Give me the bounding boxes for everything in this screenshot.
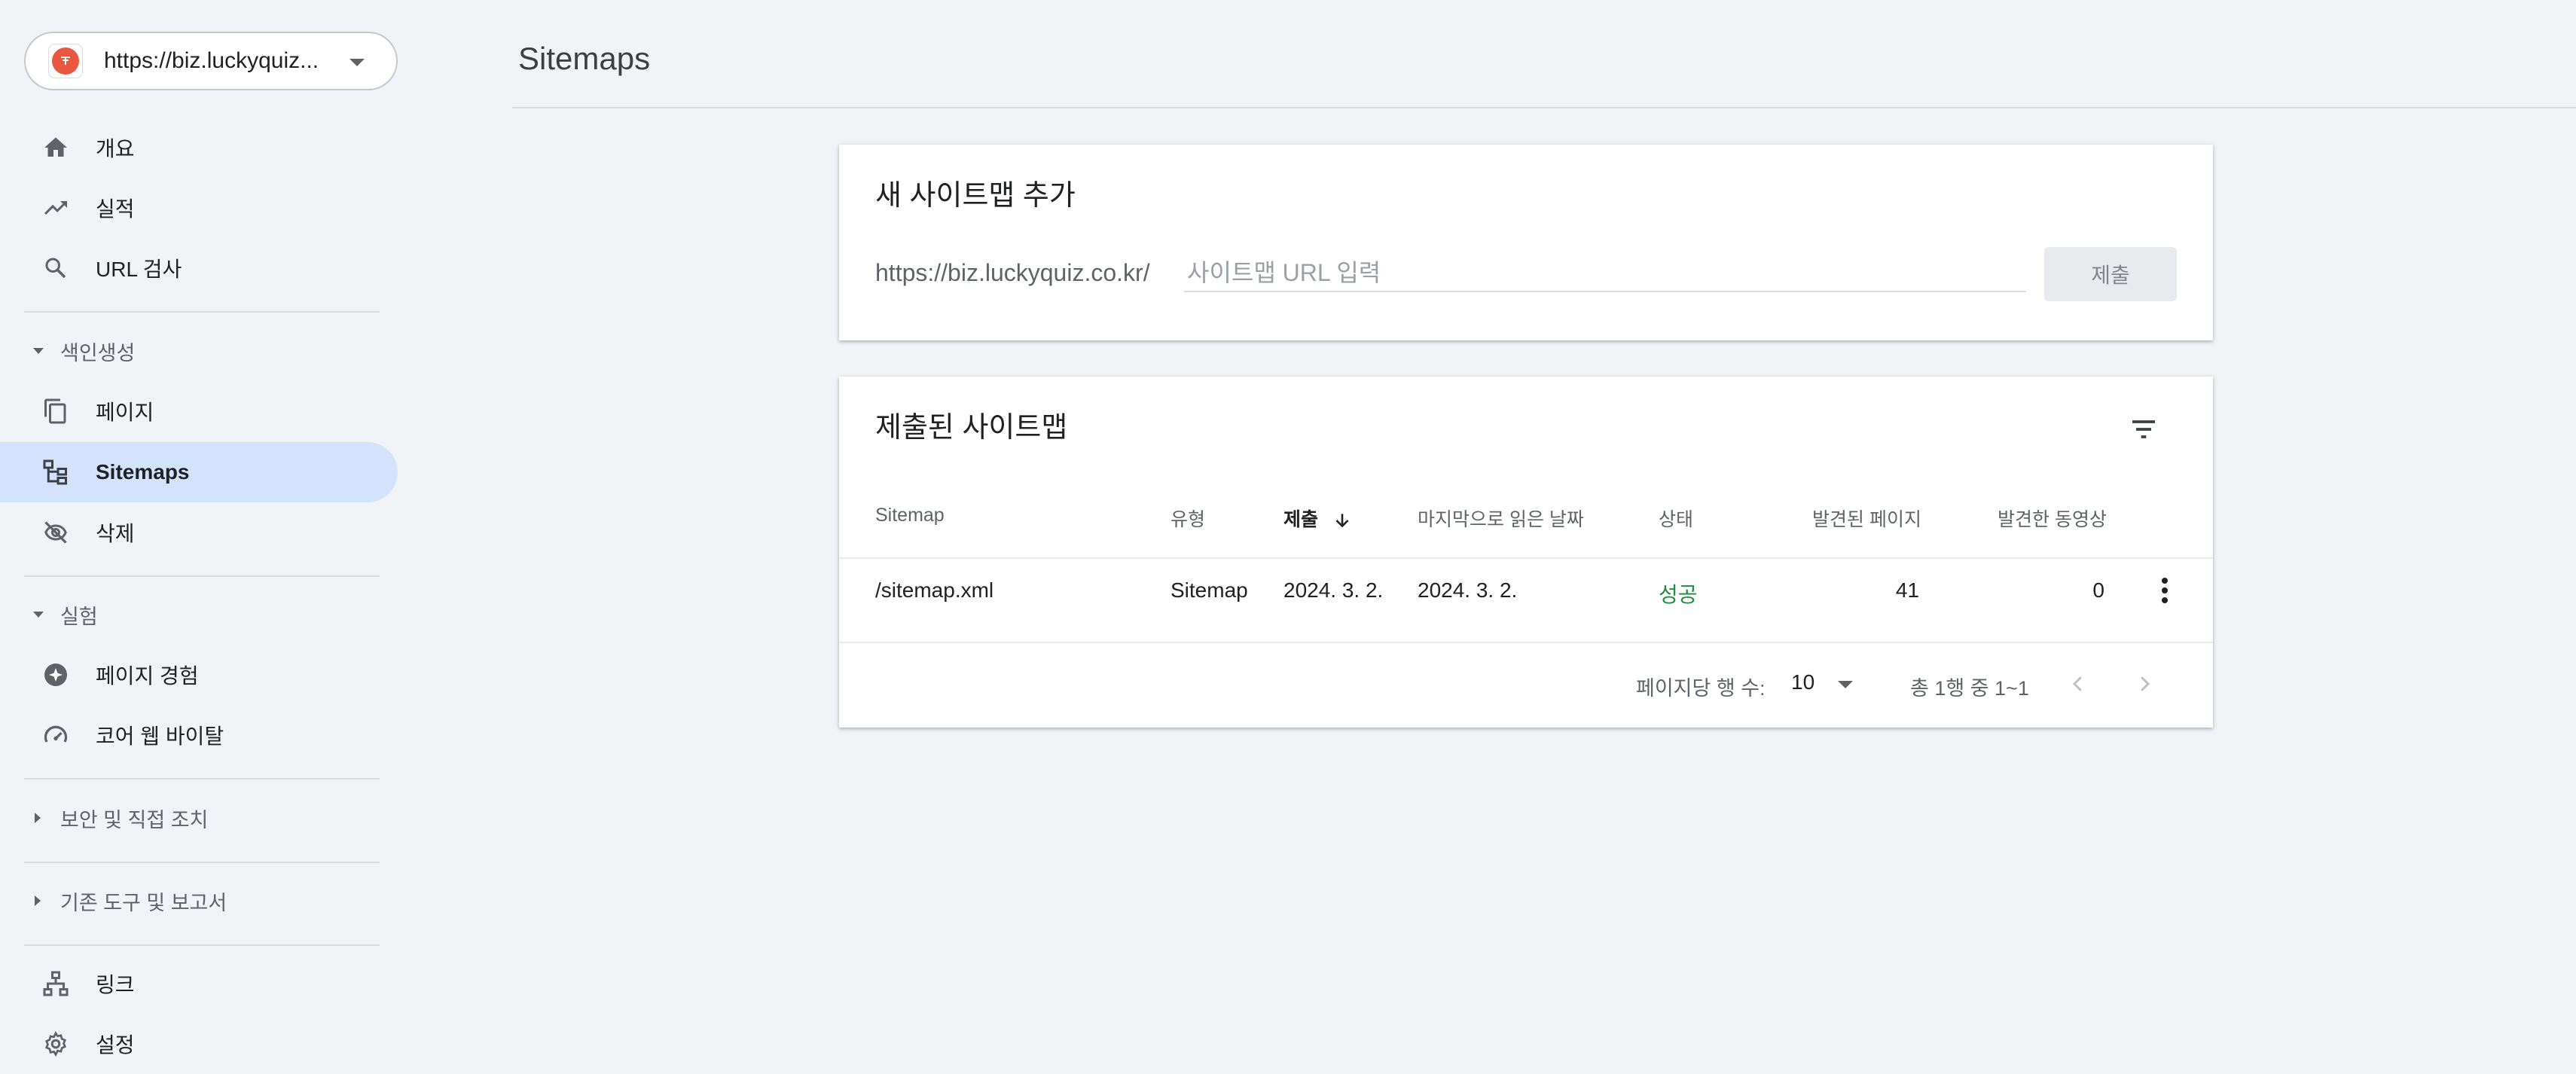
section-label: 보안 및 직접 조치 bbox=[60, 808, 209, 831]
sidebar-divider bbox=[24, 575, 380, 577]
sidebar-item-label: 개요 bbox=[96, 137, 135, 160]
speed-gauge-icon bbox=[39, 719, 72, 752]
sidebar-divider bbox=[24, 862, 380, 863]
chevron-down-icon[interactable] bbox=[1838, 681, 1853, 688]
submitted-sitemaps-title: 제출된 사이트맵 bbox=[875, 412, 1068, 444]
sidebar-item-label: 코어 웹 바이탈 bbox=[96, 725, 224, 748]
column-header-discovered-pages[interactable]: 발견된 페이지 bbox=[1812, 505, 1921, 532]
pagination-range: 총 1행 중 1~1 bbox=[1910, 677, 2029, 700]
previous-page-icon[interactable] bbox=[2059, 663, 2097, 705]
property-selector[interactable]: https://biz.luckyquiz... bbox=[24, 32, 398, 90]
caret-right-icon bbox=[35, 813, 41, 823]
sidebar-item-label: 설정 bbox=[96, 1033, 135, 1057]
filter-icon[interactable] bbox=[2123, 408, 2165, 450]
visibility-off-icon bbox=[39, 516, 72, 549]
add-circle-icon bbox=[39, 658, 72, 691]
section-label: 색인생성 bbox=[60, 341, 136, 365]
home-icon bbox=[39, 131, 72, 164]
sidebar-item-sitemaps[interactable]: Sitemaps bbox=[0, 442, 398, 502]
sidebar-item-label: 실적 bbox=[96, 197, 135, 221]
sidebar-divider bbox=[24, 944, 380, 946]
sidebar-item-performance[interactable]: 실적 bbox=[0, 178, 398, 238]
search-icon bbox=[39, 252, 72, 285]
submit-button[interactable]: 제출 bbox=[2044, 247, 2177, 301]
sidebar-item-label: 삭제 bbox=[96, 522, 135, 545]
property-label: https://biz.luckyquiz... bbox=[104, 48, 319, 73]
sidebar-section-experience[interactable]: 실험 bbox=[0, 592, 398, 637]
cell-status: 성공 bbox=[1659, 583, 1698, 606]
column-header-status[interactable]: 상태 bbox=[1659, 505, 1693, 532]
sidebar-item-label: 페이지 경험 bbox=[96, 664, 199, 688]
arrow-down-icon bbox=[1335, 514, 1349, 528]
column-header-discovered-videos[interactable]: 발견한 동영상 bbox=[1998, 505, 2107, 532]
sidebar-item-url-inspection[interactable]: URL 검사 bbox=[0, 238, 398, 298]
sidebar-item-label: 링크 bbox=[96, 973, 135, 996]
cell-discovered-pages: 41 bbox=[1895, 578, 1919, 602]
sidebar-item-pages[interactable]: 페이지 bbox=[0, 381, 398, 441]
add-sitemap-title: 새 사이트맵 추가 bbox=[875, 180, 1076, 212]
sidebar-item-label: Sitemaps bbox=[96, 460, 190, 484]
cell-type: Sitemap bbox=[1170, 578, 1248, 602]
column-header-last-read[interactable]: 마지막으로 읽은 날짜 bbox=[1418, 505, 1584, 532]
sidebar-divider bbox=[24, 778, 380, 780]
cell-submitted: 2024. 3. 2. bbox=[1283, 578, 1384, 602]
submitted-sitemaps-card: 제출된 사이트맵 Sitemap 유형 제출 마지막으로 읽은 날짜 상태 발견… bbox=[839, 377, 2213, 728]
sidebar-divider bbox=[24, 311, 380, 313]
sitemap-icon bbox=[39, 456, 72, 489]
page-title: Sitemaps bbox=[518, 41, 651, 76]
sitemap-url-input[interactable] bbox=[1184, 255, 2026, 292]
sidebar-item-removals[interactable]: 삭제 bbox=[0, 502, 398, 563]
column-header-sitemap[interactable]: Sitemap bbox=[875, 505, 945, 526]
sidebar-section-legacy[interactable]: 기존 도구 및 보고서 bbox=[0, 878, 398, 923]
sidebar-item-page-experience[interactable]: 페이지 경험 bbox=[0, 645, 398, 705]
rows-per-page-select[interactable]: 10 bbox=[1791, 670, 1814, 694]
column-header-label: 제출 bbox=[1283, 509, 1319, 530]
trending-up-icon bbox=[39, 191, 72, 224]
more-vert-icon[interactable] bbox=[2150, 574, 2180, 607]
pages-icon bbox=[39, 395, 72, 428]
sidebar-item-settings[interactable]: 설정 bbox=[0, 1014, 398, 1074]
column-header-type[interactable]: 유형 bbox=[1170, 505, 1205, 532]
sidebar: https://biz.luckyquiz... 개요 실적 URL 검사 색인… bbox=[0, 0, 407, 1059]
next-page-icon[interactable] bbox=[2126, 663, 2163, 705]
gear-icon bbox=[39, 1027, 72, 1060]
caret-right-icon bbox=[35, 896, 41, 906]
caret-down-icon bbox=[33, 612, 44, 618]
property-favicon-icon bbox=[48, 44, 83, 78]
cell-discovered-videos: 0 bbox=[2092, 578, 2104, 602]
table-header-divider bbox=[839, 557, 2213, 559]
sidebar-section-security[interactable]: 보안 및 직접 조치 bbox=[0, 795, 398, 841]
header-divider bbox=[512, 107, 2576, 108]
sidebar-item-links[interactable]: 링크 bbox=[0, 953, 398, 1014]
sidebar-item-label: URL 검사 bbox=[96, 258, 182, 281]
links-tree-icon bbox=[39, 967, 72, 1000]
chevron-down-icon bbox=[349, 59, 365, 66]
cell-last-read: 2024. 3. 2. bbox=[1418, 578, 1518, 602]
rows-per-page-label: 페이지당 행 수: bbox=[1636, 677, 1766, 700]
sidebar-item-label: 페이지 bbox=[96, 401, 154, 424]
section-label: 실험 bbox=[60, 605, 98, 628]
sitemap-url-prefix: https://biz.luckyquiz.co.kr/ bbox=[875, 259, 1150, 286]
section-label: 기존 도구 및 보고서 bbox=[60, 891, 227, 914]
table-row-divider bbox=[839, 642, 2213, 643]
sidebar-section-indexing[interactable]: 색인생성 bbox=[0, 328, 398, 374]
caret-down-icon bbox=[33, 348, 44, 354]
cell-sitemap[interactable]: /sitemap.xml bbox=[875, 578, 993, 603]
sidebar-item-core-web-vitals[interactable]: 코어 웹 바이탈 bbox=[0, 705, 398, 765]
sidebar-item-overview[interactable]: 개요 bbox=[0, 117, 398, 178]
column-header-submitted[interactable]: 제출 bbox=[1283, 505, 1352, 532]
add-sitemap-card: 새 사이트맵 추가 https://biz.luckyquiz.co.kr/ 제… bbox=[839, 145, 2213, 340]
